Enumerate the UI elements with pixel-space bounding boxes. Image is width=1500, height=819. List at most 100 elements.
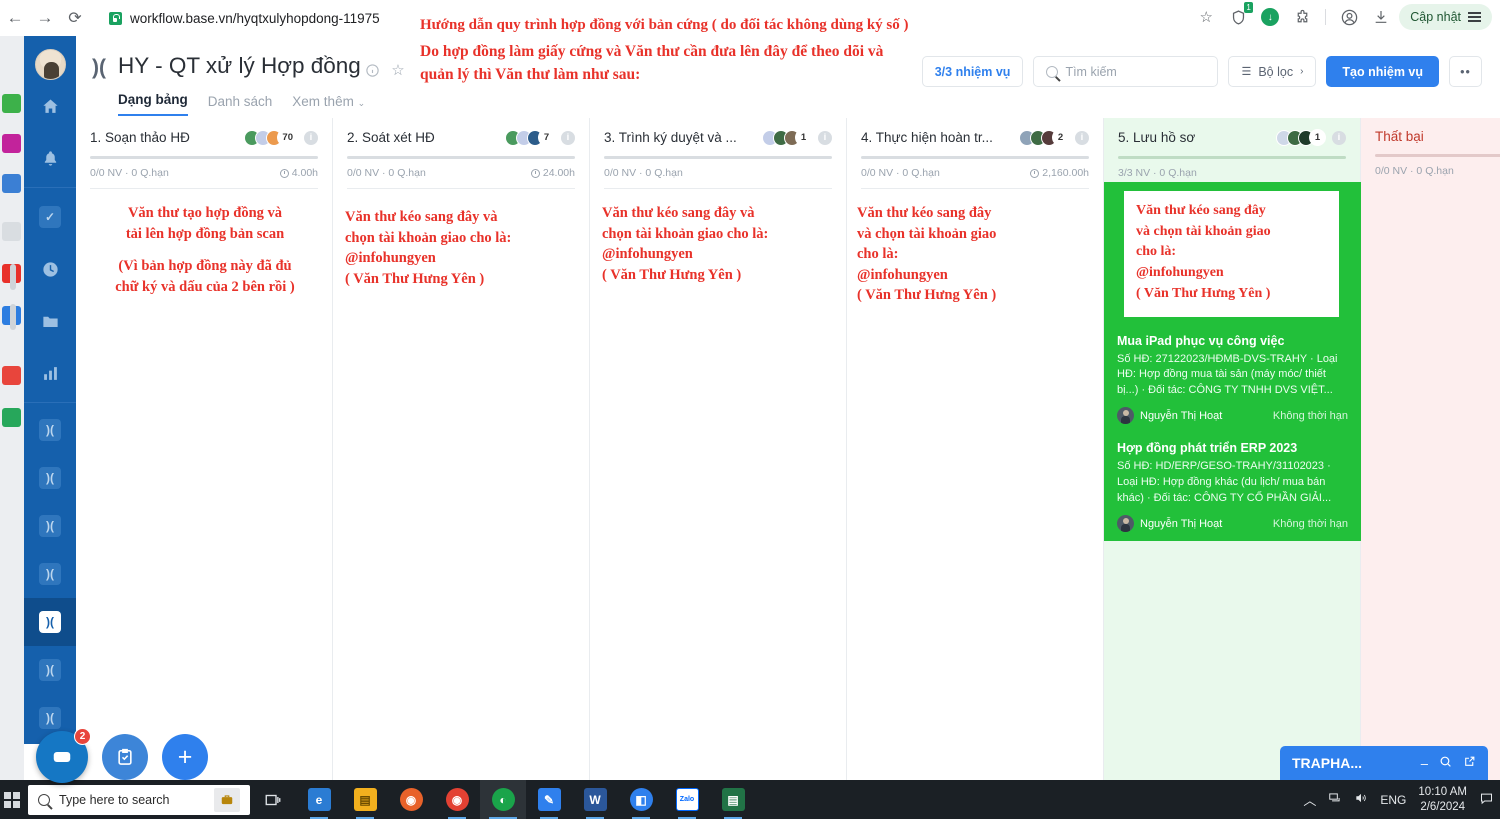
- info-circle-icon[interactable]: i: [818, 130, 832, 145]
- app-sidebar-rail: ✓ )( )( )( )( )( )( )(: [24, 36, 76, 744]
- timesheet-clock-icon[interactable]: [35, 254, 65, 284]
- task-card-description: Số HĐ: 27122023/HĐMB-DVS-TRAHY · Loại HĐ…: [1117, 352, 1338, 396]
- teams-icon[interactable]: ◧: [618, 780, 664, 819]
- chevron-up-icon[interactable]: ︿: [1303, 790, 1316, 809]
- minimize-icon[interactable]: –: [1421, 756, 1428, 771]
- info-circle-icon[interactable]: i: [1075, 130, 1089, 145]
- add-fab-button[interactable]: +: [162, 734, 208, 780]
- task-card-assignee[interactable]: Nguyễn Thị Hoạt: [1117, 407, 1222, 425]
- tasks-check-icon[interactable]: ✓: [35, 202, 65, 232]
- task-card[interactable]: Mua iPad phục vụ công việc Số HĐ: 271220…: [1104, 326, 1361, 434]
- info-circle-icon[interactable]: i: [561, 130, 575, 145]
- strip-handle-1: [10, 264, 16, 290]
- base-app-icon[interactable]: ◐: [480, 780, 526, 819]
- workflow-item-3[interactable]: )(: [24, 502, 76, 550]
- tab-danh-sach[interactable]: Danh sách: [208, 94, 273, 116]
- excel-icon[interactable]: ▤: [710, 780, 756, 819]
- notifications-bell-icon[interactable]: [35, 143, 65, 173]
- workflow-item-4[interactable]: )(: [24, 550, 76, 598]
- column-title: 4. Thực hiện hoàn tr...: [861, 130, 993, 145]
- anno-line: ( Văn Thư Hưng Yên ): [345, 270, 485, 287]
- folder-icon[interactable]: [35, 306, 65, 336]
- windows-taskbar: Type here to search e ▤ ◉ ◉ ◐ ✎ W ◧ Zalo…: [0, 780, 1500, 819]
- forward-arrow-icon[interactable]: →: [30, 3, 60, 33]
- task-card-assignee[interactable]: Nguyễn Thị Hoạt: [1117, 515, 1222, 533]
- puzzle-extensions-icon[interactable]: [1288, 3, 1316, 31]
- address-bar[interactable]: workflow.base.vn/hyqtxulyhopdong-11975: [96, 4, 393, 32]
- paint-icon[interactable]: ✎: [526, 780, 572, 819]
- info-circle-icon[interactable]: [363, 61, 381, 79]
- chat-widget[interactable]: TRAPHA... –: [1280, 746, 1488, 780]
- reports-chart-icon[interactable]: [35, 358, 65, 388]
- tab-xem-them[interactable]: Xem thêm ⌄: [292, 94, 365, 116]
- assignee-avatars[interactable]: 70: [244, 129, 298, 146]
- task-view-icon[interactable]: [250, 780, 296, 819]
- search-input[interactable]: Tìm kiếm: [1033, 56, 1219, 87]
- task-card[interactable]: Hợp đồng phát triển ERP 2023 Số HĐ: HD/E…: [1104, 433, 1361, 541]
- reload-icon[interactable]: ⟳: [60, 3, 90, 33]
- header-annotation-line-1: Hướng dẫn quy trình hợp đồng với bản cứn…: [420, 17, 909, 33]
- tab-dang-bang[interactable]: Dạng bảng: [118, 92, 188, 116]
- info-circle-icon[interactable]: i: [304, 130, 318, 145]
- column-staff-meta: 0/0 NV · 0 Q.hạn: [90, 167, 169, 179]
- download-icon[interactable]: ↓: [1256, 3, 1284, 31]
- page-title: HY - QT xử lý Hợp đồng: [118, 53, 361, 78]
- rail-divider-2: [24, 402, 76, 403]
- notification-icon[interactable]: [1479, 791, 1494, 809]
- workflow-item-6[interactable]: )(: [24, 646, 76, 694]
- strip-app-7: [2, 366, 21, 385]
- drop-zone-highlight[interactable]: Văn thư kéo sang đây và chọn tài khoản g…: [1104, 182, 1361, 542]
- workflow-item-1[interactable]: )(: [24, 406, 76, 454]
- volume-icon[interactable]: [1354, 791, 1368, 808]
- header-annotation: Hướng dẫn quy trình hợp đồng với bản cứn…: [420, 16, 1020, 86]
- workflow-item-5-active[interactable]: )(: [24, 598, 76, 646]
- column-header: 5. Lưu hồ sơ 1 i 3/3 NV · 0 Q.hạn: [1104, 118, 1360, 179]
- downloads-tray-icon[interactable]: [1367, 3, 1395, 31]
- assignee-avatars[interactable]: 1: [1276, 129, 1326, 146]
- workflow-item-2[interactable]: )(: [24, 454, 76, 502]
- assignee-count: 7: [538, 129, 555, 146]
- back-arrow-icon[interactable]: ←: [0, 3, 30, 33]
- filter-icon: ☰: [1241, 66, 1252, 78]
- filter-button[interactable]: ☰ Bộ lọc ›: [1228, 56, 1317, 87]
- toolbar-divider: [1325, 9, 1327, 25]
- clock-icon: [1030, 168, 1040, 178]
- shield-extension-icon[interactable]: 1: [1224, 2, 1254, 31]
- home-icon[interactable]: [35, 91, 65, 121]
- chrome-icon[interactable]: ◉: [434, 780, 480, 819]
- column-3-annotation: Văn thư kéo sang đây và chọn tài khoản g…: [590, 189, 846, 285]
- firefox-icon[interactable]: ◉: [388, 780, 434, 819]
- star-icon[interactable]: ☆: [1192, 3, 1220, 31]
- column-header: 4. Thực hiện hoàn tr... 2 i 0/0 NV · 0 Q…: [847, 118, 1103, 189]
- search-icon[interactable]: [1439, 755, 1452, 771]
- windows-start-icon[interactable]: [0, 780, 24, 819]
- hamburger-menu-icon[interactable]: [1468, 12, 1481, 22]
- create-task-button[interactable]: Tạo nhiệm vụ: [1326, 56, 1439, 87]
- assignee-avatars[interactable]: 1: [762, 129, 812, 146]
- open-new-window-icon[interactable]: [1463, 755, 1476, 771]
- file-explorer-icon[interactable]: ▤: [342, 780, 388, 819]
- zalo-icon[interactable]: Zalo: [664, 780, 710, 819]
- taskbar-search-input[interactable]: Type here to search: [28, 784, 250, 815]
- avatar: [1117, 515, 1134, 533]
- briefcase-icon[interactable]: [214, 787, 240, 812]
- more-options-button[interactable]: ••: [1449, 56, 1482, 87]
- clock[interactable]: 10:10 AM 2/6/2024: [1418, 785, 1467, 813]
- keyboard-language[interactable]: ENG: [1380, 793, 1406, 807]
- profile-avatar-icon[interactable]: [1335, 3, 1363, 31]
- new-task-fab-button[interactable]: [102, 734, 148, 780]
- chat-fab-button[interactable]: 2: [36, 728, 91, 783]
- star-outline-icon[interactable]: ☆: [389, 61, 407, 79]
- assignee-count: 70: [277, 129, 298, 146]
- column-staff-meta: 0/0 NV · 0 Q.hạn: [861, 167, 940, 179]
- assignee-avatars[interactable]: 7: [505, 129, 555, 146]
- anno-line: cho là:: [1136, 244, 1177, 260]
- update-button[interactable]: Cập nhật: [1399, 4, 1492, 30]
- word-icon[interactable]: W: [572, 780, 618, 819]
- network-icon[interactable]: [1328, 791, 1342, 808]
- avatar[interactable]: [34, 49, 66, 80]
- assignee-avatars[interactable]: 2: [1019, 129, 1069, 146]
- info-circle-icon[interactable]: i: [1332, 130, 1346, 145]
- board-column-6: Thất bại 0/0 NV · 0 Q.hạn: [1361, 118, 1500, 780]
- edge-icon[interactable]: e: [296, 780, 342, 819]
